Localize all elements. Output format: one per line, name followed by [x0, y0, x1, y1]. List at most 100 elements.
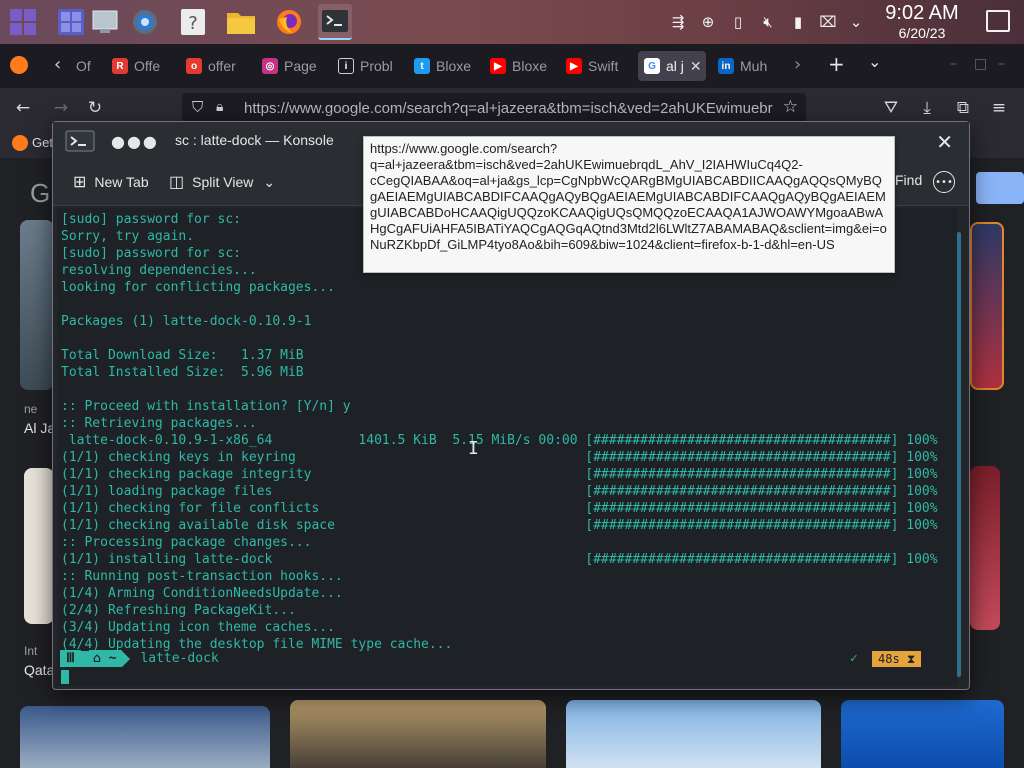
chevron-down-icon: ⌄: [263, 173, 276, 190]
lock-icon[interactable]: 🔒︎: [216, 98, 223, 115]
image-thumbnail[interactable]: [24, 468, 54, 624]
close-window-icon[interactable]: –: [998, 56, 1005, 72]
prompt-separator: [122, 650, 131, 667]
find-button[interactable]: Find: [895, 172, 922, 188]
terminal-line: (1/1) loading package files [###########…: [61, 484, 938, 499]
pocket-icon[interactable]: ⛛: [880, 97, 902, 119]
sign-in-button[interactable]: [976, 172, 1024, 204]
split-view-button[interactable]: ◫ Split View ⌄: [169, 172, 275, 192]
tab-6[interactable]: ▶ Bloxe: [490, 54, 556, 78]
forward-arrow-icon[interactable]: →: [50, 97, 72, 119]
thumbnail-title[interactable]: Qata: [24, 662, 54, 678]
volume-muted-icon[interactable]: 🔇︎: [758, 12, 778, 32]
twitter-icon: t: [414, 58, 430, 74]
url-text[interactable]: https://www.google.com/search?q=al+jazee…: [244, 100, 773, 117]
command-duration-badge: 48s ⧗: [872, 651, 922, 667]
terminal-scrollbar[interactable]: [957, 232, 961, 677]
info-icon: i: [338, 58, 354, 74]
firefox-menu-icon[interactable]: [10, 56, 28, 74]
terminal-line: (1/1) checking package integrity [######…: [61, 467, 938, 482]
prompt-separator: [80, 650, 89, 667]
downloads-icon[interactable]: ⤓: [916, 97, 938, 119]
konsole-app-icon: [65, 130, 95, 152]
window-grid-icon[interactable]: [54, 4, 88, 40]
terminal-line: (1/1) checking for file conflicts [#####…: [61, 501, 938, 516]
tab-current[interactable]: Gal j ✕: [638, 51, 706, 81]
battery-icon[interactable]: ▮: [788, 12, 808, 32]
terminal-line: Total Download Size: 1.37 MiB: [61, 348, 304, 363]
extensions-icon[interactable]: ⧉: [952, 97, 974, 119]
prompt-home-segment: ⌂ ~: [88, 650, 123, 667]
tab-3[interactable]: ◎ Page: [262, 54, 328, 78]
hamburger-menu-icon[interactable]: ≡: [988, 97, 1010, 119]
firefox-icon[interactable]: [272, 4, 306, 40]
network-icon[interactable]: ⌧: [818, 12, 838, 32]
image-thumbnail[interactable]: [566, 700, 821, 768]
image-thumbnail[interactable]: [841, 700, 1004, 768]
tab-scroll-left-icon[interactable]: ‹: [54, 54, 61, 75]
top-panel: ? ⇶ ⊕ ▯ 🔇︎ ▮ ⌧ ⌄ 9:02 AM 6/20/23: [0, 0, 1024, 44]
tab-scroll-right-icon[interactable]: ›: [794, 54, 801, 75]
image-thumbnail[interactable]: [20, 220, 54, 390]
list-tabs-icon[interactable]: ⌄: [868, 52, 881, 71]
system-settings-icon[interactable]: [128, 4, 162, 40]
bookmark-star-icon[interactable]: ☆: [782, 97, 798, 117]
new-tab-button[interactable]: ⊞ New Tab: [73, 172, 149, 192]
terminal-line: Total Installed Size: 5.96 MiB: [61, 365, 304, 380]
prompt-command: latte-dock: [140, 651, 219, 666]
tab-7[interactable]: ▶ Swift: [566, 54, 632, 78]
tab-5[interactable]: t Bloxe: [414, 54, 480, 78]
back-arrow-icon[interactable]: ←: [12, 97, 34, 119]
shield-icon[interactable]: ⛉: [192, 99, 203, 116]
thumbnail-title[interactable]: Al Ja: [24, 420, 55, 436]
reload-icon[interactable]: ↻: [84, 97, 106, 119]
bookmark-item[interactable]: Get: [32, 135, 53, 150]
image-thumbnail[interactable]: [20, 706, 270, 768]
kdeconnect-icon[interactable]: ⇶: [668, 12, 688, 32]
terminal-line: (3/4) Updating icon theme caches...: [61, 620, 335, 635]
clipboard-icon[interactable]: ▯: [728, 12, 748, 32]
image-thumbnail[interactable]: [290, 700, 546, 768]
offer-icon: o: [186, 58, 202, 74]
youtube-icon: ▶: [490, 58, 506, 74]
terminal-line: :: Running post-transaction hooks...: [61, 569, 343, 584]
tab-1[interactable]: R Offe: [112, 54, 178, 78]
updates-icon[interactable]: ⊕: [698, 12, 718, 32]
clock-date[interactable]: 6/20/23: [880, 25, 964, 41]
image-thumbnail[interactable]: [970, 222, 1004, 390]
minimize-icon[interactable]: –: [950, 56, 957, 72]
tab-4[interactable]: i Probl: [338, 54, 404, 78]
show-desktop-button[interactable]: [986, 10, 1010, 32]
url-bar[interactable]: ⛉ 🔒︎ https://www.google.com/search?q=al+…: [182, 93, 806, 123]
google-logo[interactable]: G: [30, 178, 50, 209]
terminal-cursor: [61, 670, 69, 684]
instagram-icon: ◎: [262, 58, 278, 74]
terminal-line: Sorry, try again.: [61, 229, 195, 244]
terminal-line: [sudo] password for sc:: [61, 212, 242, 227]
firefox-bookmark-icon: [12, 135, 28, 151]
image-thumbnail[interactable]: [970, 466, 1000, 630]
text-cursor-icon: I: [468, 438, 479, 459]
show-desktop-icon[interactable]: [88, 4, 122, 40]
close-icon[interactable]: ✕: [936, 130, 953, 154]
file-manager-icon[interactable]: [224, 4, 258, 40]
help-icon[interactable]: ?: [176, 4, 210, 40]
terminal-area[interactable]: [sudo] password for sc: Sorry, try again…: [57, 208, 957, 686]
firefox-tab-bar: ‹ Of R Offe o offer ◎ Page i Probl t Bloxe ▶ B…: [0, 44, 1024, 88]
more-options-icon[interactable]: ●●●: [111, 132, 159, 151]
maximize-icon[interactable]: □: [974, 56, 987, 72]
hamburger-menu-icon[interactable]: •••: [933, 171, 955, 193]
tab-9[interactable]: in Muh: [718, 54, 784, 78]
prompt-os-segment: Ⅲ: [60, 650, 81, 667]
tab-0[interactable]: Of: [76, 54, 112, 78]
svg-text:?: ?: [188, 13, 198, 34]
konsole-dock-icon[interactable]: [318, 4, 352, 40]
new-tab-icon[interactable]: +: [828, 52, 845, 76]
clock-time[interactable]: 9:02 AM: [880, 2, 964, 25]
tab-2[interactable]: o offer: [186, 54, 252, 78]
tab-close-icon[interactable]: ✕: [690, 58, 702, 75]
terminal-line: (1/4) Arming ConditionNeedsUpdate...: [61, 586, 343, 601]
chevron-down-icon[interactable]: ⌄: [846, 12, 866, 32]
terminal-line: (1/1) checking available disk space [###…: [61, 518, 938, 533]
grid-apps-icon[interactable]: [6, 4, 40, 40]
